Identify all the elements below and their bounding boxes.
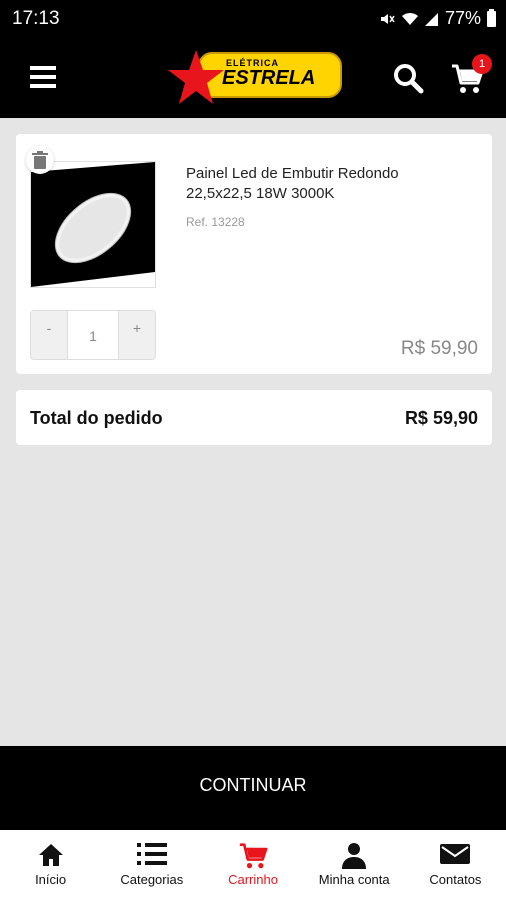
- user-icon: [342, 843, 367, 869]
- nav-label-contacts: Contatos: [429, 872, 482, 887]
- product-photo: [31, 162, 155, 287]
- nav-label-cart: Carrinho: [228, 872, 278, 887]
- nav-item-home[interactable]: Início: [0, 830, 101, 900]
- nav-item-categories[interactable]: Categorias: [101, 830, 202, 900]
- total-value: R$ 59,90: [404, 408, 478, 428]
- total-label: Total do pedido: [30, 408, 163, 428]
- app-header: ELÉTRICA ESTRELA 1: [0, 36, 506, 118]
- nav-label-account: Minha conta: [318, 872, 390, 887]
- cart-item-card: Painel Led de Embutir Redondo 22,5x22,5 …: [16, 134, 492, 374]
- home-icon: [38, 844, 63, 866]
- item-price: R$ 59,90: [400, 338, 478, 359]
- nav-item-account[interactable]: Minha conta: [304, 830, 405, 900]
- wifi-icon: [401, 12, 418, 25]
- product-name[interactable]: Painel Led de Embutir Redondo 22,5x22,5 …: [186, 164, 466, 204]
- nav-item-contacts[interactable]: Contatos: [405, 830, 506, 900]
- increase-qty-button[interactable]: +: [119, 311, 155, 359]
- envelope-icon: [440, 844, 471, 864]
- cart-count-badge: 1: [472, 54, 492, 74]
- nav-label-categories: Categorias: [120, 872, 184, 887]
- status-bar: 17:13 77%: [0, 0, 506, 36]
- continue-button[interactable]: CONTINUAR: [0, 746, 506, 830]
- search-icon[interactable]: [392, 62, 424, 94]
- nav-item-cart[interactable]: Carrinho: [202, 830, 303, 900]
- order-total-card: Total do pedido R$ 59,90: [16, 390, 492, 445]
- list-icon: [136, 843, 167, 865]
- trash-icon: [32, 151, 48, 169]
- remove-item-button[interactable]: [26, 146, 54, 174]
- mute-icon: [380, 13, 395, 24]
- menu-icon[interactable]: [30, 66, 56, 88]
- product-ref: Ref. 13228: [186, 215, 245, 229]
- cart-icon: [239, 843, 268, 869]
- battery-icon: [487, 8, 496, 27]
- quantity-stepper: - 1 +: [30, 310, 156, 360]
- decrease-qty-button[interactable]: -: [31, 311, 67, 359]
- quantity-value[interactable]: 1: [67, 311, 119, 359]
- product-image[interactable]: [30, 161, 156, 288]
- star-icon: [168, 50, 224, 104]
- signal-icon: [424, 12, 438, 26]
- brand-logo[interactable]: ELÉTRICA ESTRELA: [166, 48, 344, 106]
- status-icons: 77%: [379, 8, 496, 29]
- nav-label-home: Início: [35, 872, 67, 887]
- bottom-navigation: Início Categorias Carrinho Minha conta C…: [0, 830, 506, 900]
- status-time: 17:13: [12, 8, 60, 29]
- logo-big-text: ESTRELA: [222, 67, 316, 89]
- battery-percent: 77%: [444, 8, 481, 28]
